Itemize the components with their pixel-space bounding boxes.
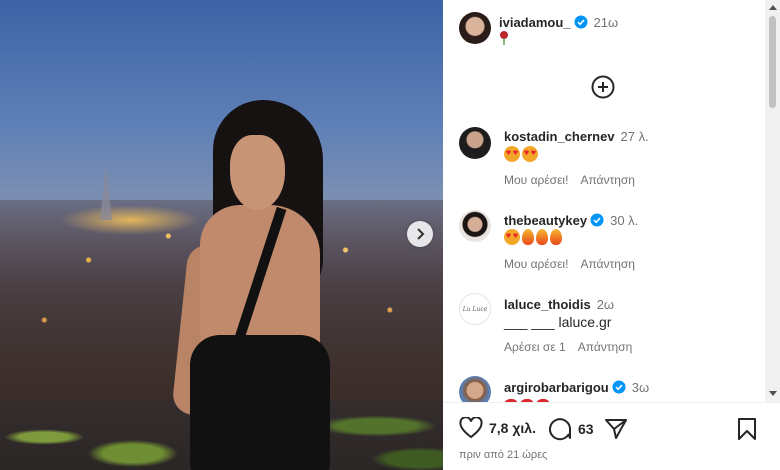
scrollbar-thumb[interactable]	[769, 16, 776, 108]
heart-icon	[459, 417, 483, 439]
comments-panel: iviadamou_ 21ω kostadin_chernev 27 λ. Μου …	[443, 0, 780, 470]
comment-time: 30 λ.	[610, 213, 639, 228]
post-photo	[0, 0, 443, 470]
verified-badge-icon	[612, 380, 626, 394]
reply-button[interactable]: Απάντηση	[580, 257, 635, 271]
comment-button[interactable]: 63	[548, 417, 594, 441]
scroll-up-arrow[interactable]	[769, 5, 777, 10]
comment-time: 27 λ.	[620, 129, 649, 144]
comments-count: 63	[578, 421, 594, 437]
verified-badge-icon	[590, 213, 604, 227]
like-button[interactable]: 7,8 χιλ.	[459, 417, 536, 439]
commenter-avatar[interactable]	[459, 127, 491, 159]
comment-username[interactable]: kostadin_chernev	[504, 129, 615, 144]
fire-emoji-icon	[550, 229, 562, 245]
share-button[interactable]	[604, 417, 628, 441]
heart-eyes-emoji-icon	[522, 146, 538, 162]
bookmark-icon	[738, 418, 756, 440]
comment-header: thebeautykey 30 λ.	[504, 212, 638, 230]
comment-header: argirobarbarigou 3ω	[504, 379, 649, 397]
reply-button[interactable]: Απάντηση	[578, 340, 633, 354]
comment-username[interactable]: thebeautykey	[504, 213, 587, 228]
next-photo-button[interactable]	[407, 221, 433, 247]
like-count-button[interactable]: Αρέσει σε 1	[504, 340, 566, 354]
chevron-right-icon	[417, 228, 425, 240]
fire-emoji-icon	[522, 229, 534, 245]
comment-header: kostadin_chernev 27 λ.	[504, 128, 649, 146]
post-footer: 7,8 χιλ. 63 πριν από 21 ώρες	[443, 402, 780, 470]
cathedral-spire	[100, 165, 112, 220]
save-button[interactable]	[737, 417, 757, 441]
commenter-avatar[interactable]: Lu Luce	[459, 293, 491, 325]
woman-figure	[171, 95, 345, 470]
avatar-logo-text: Lu Luce	[462, 305, 488, 313]
like-comment-button[interactable]: Μου αρέσει!	[504, 257, 568, 271]
comment-icon	[549, 418, 571, 441]
likes-count: 7,8 χιλ.	[489, 420, 536, 436]
fire-emoji-icon	[536, 229, 548, 245]
verified-badge-icon	[574, 15, 588, 29]
post-caption	[499, 31, 509, 48]
heart-eyes-emoji-icon	[504, 229, 520, 245]
posted-time: πριν από 21 ώρες	[459, 449, 548, 461]
scroll-down-arrow[interactable]	[769, 391, 777, 396]
heart-eyes-emoji-icon	[504, 146, 520, 162]
comment-header: laluce_thoidis 2ω	[504, 296, 614, 314]
comments-list[interactable]: iviadamou_ 21ω kostadin_chernev 27 λ. Μου …	[443, 0, 765, 402]
post-header: iviadamou_ 21ω	[499, 14, 618, 32]
vertical-scrollbar[interactable]	[765, 0, 780, 402]
comment-time: 3ω	[631, 380, 650, 395]
comment-text: ___ ___ laluce.gr	[504, 314, 612, 330]
rose-emoji-icon	[500, 31, 508, 45]
comment-actions: Μου αρέσει! Απάντηση	[504, 257, 647, 271]
author-avatar[interactable]	[459, 12, 491, 44]
comment-username[interactable]: argirobarbarigou	[504, 380, 609, 395]
comment-actions: Αρέσει σε 1 Απάντηση	[504, 340, 644, 354]
post-time: 21ω	[593, 15, 619, 30]
commenter-avatar[interactable]	[459, 376, 491, 402]
comment-time: 2ω	[596, 297, 615, 312]
comment-username[interactable]: laluce_thoidis	[504, 297, 591, 312]
comment-actions: Μου αρέσει! Απάντηση	[504, 173, 647, 187]
comment-text	[504, 229, 564, 245]
add-circle-icon[interactable]	[591, 75, 615, 99]
like-comment-button[interactable]: Μου αρέσει!	[504, 173, 568, 187]
comment-text	[504, 146, 540, 162]
reply-button[interactable]: Απάντηση	[580, 173, 635, 187]
share-icon	[605, 419, 627, 439]
commenter-avatar[interactable]	[459, 210, 491, 242]
author-username[interactable]: iviadamou_	[499, 15, 571, 30]
